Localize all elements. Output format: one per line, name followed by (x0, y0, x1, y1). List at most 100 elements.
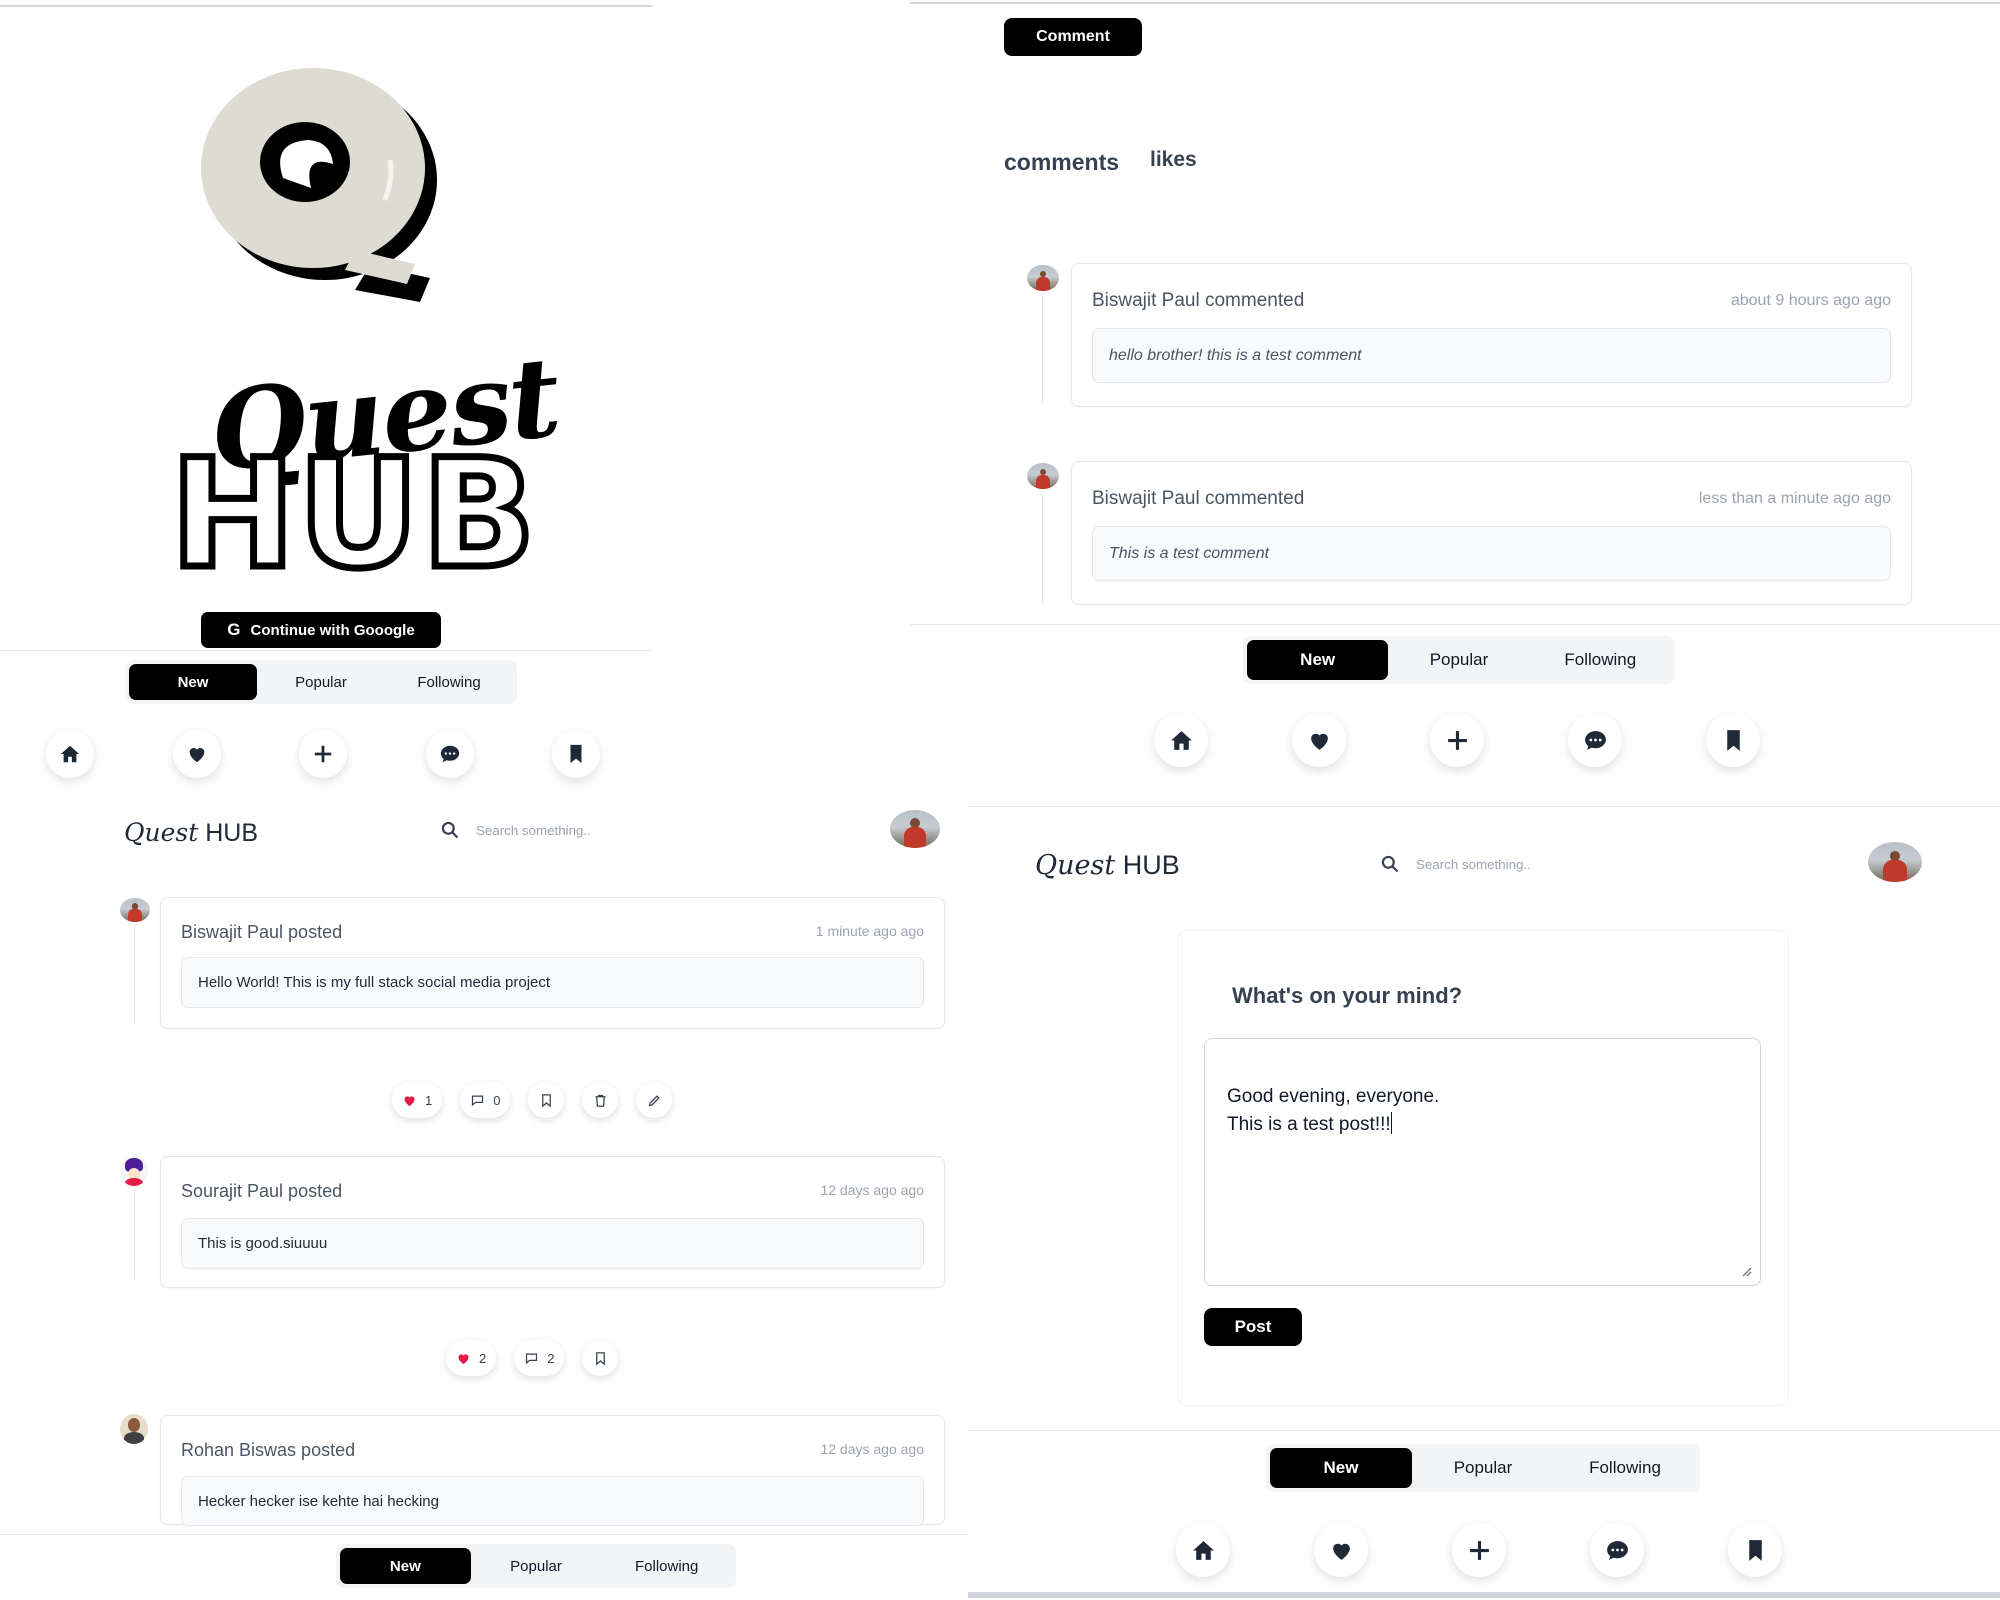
comment-body: hello brother! this is a test comment (1092, 328, 1891, 383)
heart-icon (1307, 728, 1332, 753)
nav-messages-button[interactable] (1568, 713, 1622, 767)
post-author-avatar[interactable] (120, 1156, 148, 1186)
comment-author: Biswajit Paul commented (1092, 290, 1305, 311)
resize-handle-icon[interactable] (1740, 1265, 1752, 1277)
user-avatar[interactable] (890, 810, 940, 848)
bottom-nav (1176, 1523, 1782, 1577)
nav-home-button[interactable] (1154, 713, 1208, 767)
tab-new[interactable]: New (129, 664, 257, 700)
post-author-avatar[interactable] (120, 1414, 148, 1444)
comment-card: Biswajit Paul commented less than a minu… (1071, 461, 1912, 605)
brand-logo[interactable]: Quest HUB (1035, 850, 1180, 881)
bookmark-button[interactable] (528, 1082, 565, 1118)
horizontal-scrollbar[interactable] (968, 1592, 2000, 1598)
nav-create-button[interactable] (1452, 1523, 1506, 1577)
thread-line (134, 1190, 135, 1280)
delete-button[interactable] (582, 1082, 619, 1118)
divider (968, 806, 2000, 807)
nav-create-button[interactable] (1430, 713, 1484, 767)
plus-icon (1445, 728, 1470, 753)
heart-icon (1329, 1538, 1354, 1563)
chat-icon (1605, 1538, 1630, 1563)
search-input[interactable] (476, 822, 736, 838)
post-time: 12 days ago ago (820, 1441, 924, 1457)
tab-comments[interactable]: comments (1004, 149, 1119, 176)
post-submit-button[interactable]: Post (1204, 1308, 1302, 1346)
search-icon (441, 821, 459, 839)
nav-likes-button[interactable] (172, 730, 221, 778)
post-body: Hecker hecker ise kehte hai hecking (181, 1476, 924, 1526)
comment-author-avatar[interactable] (1027, 265, 1059, 291)
tab-popular[interactable]: Popular (471, 1548, 602, 1584)
thread-line (134, 924, 135, 1024)
bookmark-icon (1721, 728, 1746, 753)
continue-with-google-button[interactable]: G Continue with Gooogle (201, 612, 441, 648)
post-author-avatar[interactable] (120, 898, 150, 922)
user-avatar[interactable] (1868, 842, 1922, 882)
post-card: Sourajit Paul posted 12 days ago ago Thi… (160, 1156, 945, 1288)
tab-popular[interactable]: Popular (257, 664, 385, 700)
post-card: Rohan Biswas posted 12 days ago ago Heck… (160, 1415, 945, 1526)
plus-icon (1467, 1538, 1492, 1563)
nav-likes-button[interactable] (1292, 713, 1346, 767)
create-tabs: New Popular Following (1266, 1444, 1700, 1492)
feed-tabs: New Popular Following (336, 1544, 736, 1588)
bookmark-button[interactable] (582, 1340, 619, 1376)
bookmark-icon (542, 1093, 551, 1107)
tab-likes[interactable]: likes (1150, 148, 1197, 172)
tab-popular[interactable]: Popular (1388, 640, 1529, 680)
comment-body: This is a test comment (1092, 526, 1891, 581)
divider (0, 650, 652, 651)
comment-button[interactable]: 2 (514, 1340, 565, 1376)
tab-new[interactable]: New (1270, 1448, 1412, 1488)
bookmark-icon (596, 1351, 605, 1365)
nav-bookmarks-button[interactable] (1706, 713, 1760, 767)
create-post-title: What's on your mind? (1232, 983, 1463, 1008)
logo-hub-text: HUB (167, 428, 540, 602)
q-logo-icon (201, 68, 437, 302)
tab-new[interactable]: New (1247, 640, 1389, 680)
nav-home-button[interactable] (1176, 1523, 1230, 1577)
tab-new[interactable]: New (340, 1548, 471, 1584)
nav-messages-button[interactable] (425, 730, 474, 778)
comment-author: Biswajit Paul commented (1092, 488, 1305, 509)
chat-icon (439, 743, 461, 765)
google-icon: G (227, 620, 241, 639)
like-button[interactable]: 1 (392, 1082, 443, 1118)
post-time: 1 minute ago ago (815, 923, 924, 939)
tab-following[interactable]: Following (601, 1548, 732, 1584)
bookmark-icon (1743, 1538, 1768, 1563)
nav-bookmarks-button[interactable] (1728, 1523, 1782, 1577)
post-author: Biswajit Paul posted (181, 922, 343, 942)
home-icon (1169, 728, 1194, 753)
feed-tabs: New Popular Following (125, 660, 517, 704)
comment-submit-button[interactable]: Comment (1004, 18, 1142, 56)
plus-icon (312, 743, 334, 765)
nav-likes-button[interactable] (1314, 1523, 1368, 1577)
bottom-nav (1154, 713, 1760, 767)
comment-icon (526, 1353, 538, 1364)
nav-home-button[interactable] (46, 730, 94, 778)
tab-following[interactable]: Following (385, 664, 513, 700)
brand-logo[interactable]: Quest HUB (124, 818, 258, 848)
nav-create-button[interactable] (299, 730, 347, 778)
comment-author-avatar[interactable] (1027, 463, 1059, 489)
home-icon (59, 743, 81, 765)
bottom-nav (46, 730, 600, 778)
chat-icon (1583, 728, 1608, 753)
nav-messages-button[interactable] (1590, 1523, 1644, 1577)
nav-bookmarks-button[interactable] (552, 730, 600, 778)
like-button[interactable]: 2 (446, 1340, 497, 1376)
edit-button[interactable] (636, 1082, 673, 1118)
search-input[interactable] (1416, 856, 1676, 872)
thread-line (1042, 491, 1043, 603)
search-bar[interactable] (440, 820, 736, 840)
tab-following[interactable]: Following (1554, 1448, 1696, 1488)
bookmark-icon (565, 743, 587, 765)
heart-icon (186, 743, 208, 765)
tab-popular[interactable]: Popular (1412, 1448, 1554, 1488)
comment-button[interactable]: 0 (460, 1082, 511, 1118)
search-bar[interactable] (1380, 854, 1676, 874)
tab-following[interactable]: Following (1530, 640, 1671, 680)
post-textarea[interactable]: Good evening, everyone. This is a test p… (1204, 1038, 1761, 1286)
